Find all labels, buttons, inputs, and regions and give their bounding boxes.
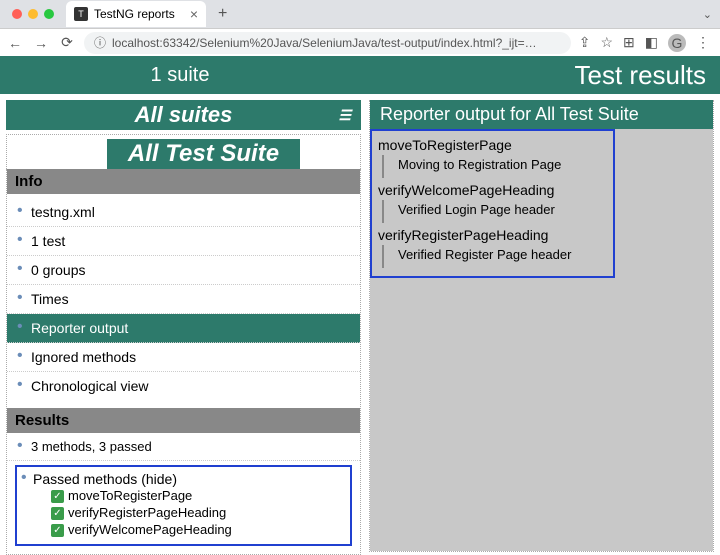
browser-chrome: T TestNG reports × + ⌄ ← → ⟳ ⓘ localhost… xyxy=(0,0,720,56)
results-header: Results xyxy=(7,408,360,433)
right-column: Reporter output for All Test Suite moveT… xyxy=(369,100,714,552)
all-suites-label: All suites xyxy=(135,100,233,130)
info-item-ignored[interactable]: Ignored methods xyxy=(7,343,360,372)
check-icon: ✓ xyxy=(51,524,64,537)
suite-banner-wrap: All Test Suite xyxy=(6,134,361,169)
output-method: verifyRegisterPageHeading xyxy=(378,225,607,245)
window-close[interactable] xyxy=(12,9,22,19)
window-minimize[interactable] xyxy=(28,9,38,19)
all-suites-banner[interactable]: All suites ☰ xyxy=(6,100,361,130)
page-title: Test results xyxy=(360,60,720,91)
url-field[interactable]: ⓘ localhost:63342/Selenium%20Java/Seleni… xyxy=(84,32,571,54)
info-item-groups[interactable]: 0 groups xyxy=(7,256,360,285)
reporter-output-header: Reporter output for All Test Suite xyxy=(370,100,713,129)
browser-tab[interactable]: T TestNG reports × xyxy=(66,1,206,27)
passed-method[interactable]: ✓ moveToRegisterPage xyxy=(51,487,344,504)
site-info-icon[interactable]: ⓘ xyxy=(94,34,106,51)
back-icon[interactable]: ← xyxy=(6,35,24,51)
info-header: Info xyxy=(7,169,360,194)
new-tab-button[interactable]: + xyxy=(212,5,233,23)
passed-header: Passed methods (hide) xyxy=(33,471,344,487)
content: All suites ☰ All Test Suite Info testng.… xyxy=(0,94,720,552)
list-icon[interactable]: ☰ xyxy=(338,100,351,130)
reload-icon[interactable]: ⟳ xyxy=(58,34,76,51)
output-method: moveToRegisterPage xyxy=(378,135,607,155)
method-label: verifyRegisterPageHeading xyxy=(68,505,226,520)
reporter-output-box: moveToRegisterPage Moving to Registratio… xyxy=(370,129,615,278)
extensions-icon[interactable]: ⊞ xyxy=(623,34,635,51)
method-label: moveToRegisterPage xyxy=(68,488,192,503)
results-summary: 3 methods, 3 passed xyxy=(7,433,360,461)
tab-title: TestNG reports xyxy=(94,7,175,21)
passed-method[interactable]: ✓ verifyRegisterPageHeading xyxy=(51,504,344,521)
info-item-reporter[interactable]: Reporter output xyxy=(7,314,360,343)
info-item-chrono[interactable]: Chronological view xyxy=(7,372,360,400)
toolbar-right: ⇪ ☆ ⊞ ◧ G ⋮ xyxy=(579,34,714,52)
method-label: verifyWelcomePageHeading xyxy=(68,522,232,537)
bookmark-icon[interactable]: ☆ xyxy=(600,34,613,51)
check-icon: ✓ xyxy=(51,507,64,520)
left-panel: Info testng.xml 1 test 0 groups Times Re… xyxy=(6,169,361,555)
passed-methods-box: Passed methods (hide) ✓ moveToRegisterPag… xyxy=(15,465,352,546)
passed-label: Passed methods xyxy=(33,471,137,487)
traffic-lights xyxy=(6,9,60,19)
info-item-times[interactable]: Times xyxy=(7,285,360,314)
suite-banner[interactable]: All Test Suite xyxy=(107,139,300,169)
output-message: Verified Register Page header xyxy=(382,245,607,268)
output-method: verifyWelcomePageHeading xyxy=(378,180,607,200)
window-maximize[interactable] xyxy=(44,9,54,19)
info-item-tests[interactable]: 1 test xyxy=(7,227,360,256)
check-icon: ✓ xyxy=(51,490,64,503)
reporter-output-body: moveToRegisterPage Moving to Registratio… xyxy=(370,129,713,551)
address-bar: ← → ⟳ ⓘ localhost:63342/Selenium%20Java/… xyxy=(0,28,720,56)
favicon-icon: T xyxy=(74,7,88,21)
report-header: 1 suite Test results xyxy=(0,56,720,94)
suite-count: 1 suite xyxy=(0,64,360,87)
passed-method[interactable]: ✓ verifyWelcomePageHeading xyxy=(51,521,344,538)
close-icon[interactable]: × xyxy=(190,6,198,22)
share-icon[interactable]: ⇪ xyxy=(579,34,591,51)
info-list: testng.xml 1 test 0 groups Times Reporte… xyxy=(7,194,360,408)
hide-toggle[interactable]: (hide) xyxy=(141,471,177,487)
profile-avatar[interactable]: G xyxy=(668,34,686,52)
sidepanel-icon[interactable]: ◧ xyxy=(645,34,658,51)
forward-icon[interactable]: → xyxy=(32,35,50,51)
passed-method-list: ✓ moveToRegisterPage ✓ verifyRegisterPageH… xyxy=(33,487,344,538)
url-text: localhost:63342/Selenium%20Java/Selenium… xyxy=(112,36,542,50)
left-column: All suites ☰ All Test Suite Info testng.… xyxy=(6,100,361,552)
menu-icon[interactable]: ⋮ xyxy=(696,34,710,51)
output-message: Verified Login Page header xyxy=(382,200,607,223)
tab-bar: T TestNG reports × + ⌄ xyxy=(0,0,720,28)
output-message: Moving to Registration Page xyxy=(382,155,607,178)
info-item-testng[interactable]: testng.xml xyxy=(7,198,360,227)
chevron-down-icon[interactable]: ⌄ xyxy=(703,8,712,21)
